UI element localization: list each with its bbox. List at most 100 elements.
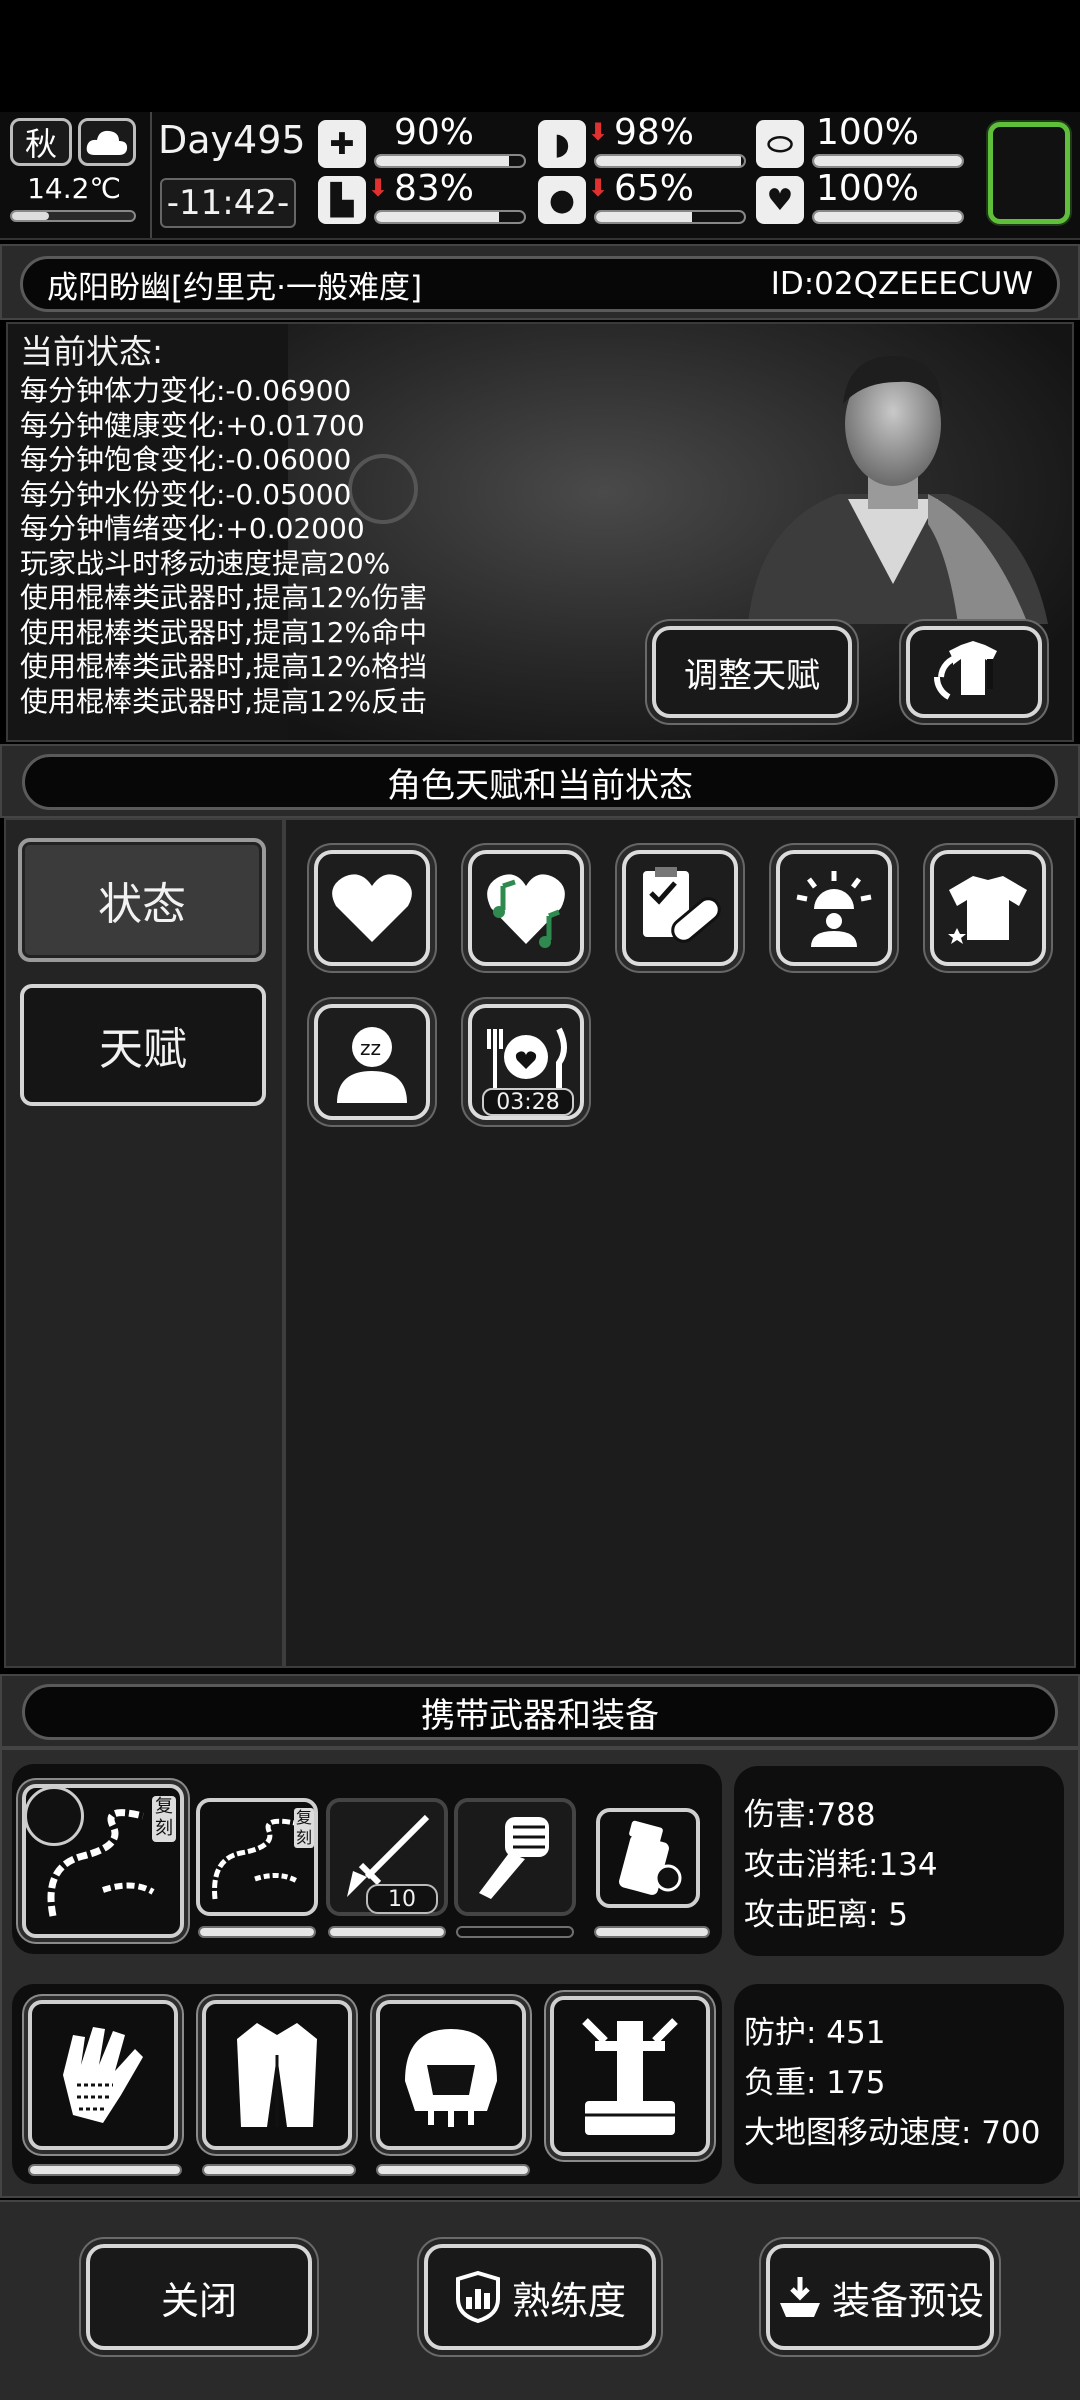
- energy-value: 100%: [816, 112, 919, 153]
- character-portrait: [728, 324, 1058, 624]
- preset-label: 装备预设: [831, 2278, 984, 2323]
- durability-bar: [328, 1926, 446, 1938]
- proficiency-icon: [455, 2271, 500, 2323]
- swap-weapon-icon[interactable]: [24, 1786, 84, 1846]
- top-status-bar: 秋 14.2℃ Day495 -11:42- ✚ 90% ◗ ⬇ 98% ⬭ 100% ▙ ⬇ 8…: [0, 112, 1080, 240]
- coat-slot[interactable]: [202, 2000, 352, 2150]
- durability-bar: [456, 1926, 574, 1938]
- status-title: 当前状态:: [20, 332, 164, 371]
- character-id: ID:02QZEEECUW: [770, 266, 1033, 302]
- heart-icon: ♥: [756, 176, 804, 224]
- defense-stat: 防护: 451: [744, 2015, 886, 2051]
- svg-text:zz: zz: [360, 1036, 381, 1060]
- durability-bar: [376, 2164, 530, 2176]
- adjust-talent-button[interactable]: 调整天赋: [652, 626, 852, 718]
- talent-header-label: 角色天赋和当前状态: [387, 765, 693, 806]
- boot-icon: ▙: [318, 176, 366, 224]
- health-bar: [374, 154, 526, 168]
- meal-timer: 03:28: [482, 1088, 574, 1116]
- clock-display: -11:42-: [160, 178, 296, 228]
- preset-icon: [779, 2277, 820, 2317]
- tab-status-label: 状态: [98, 879, 186, 930]
- pill-icon: ⬭: [756, 120, 804, 168]
- status-line: 使用棍棒类武器时,提高12%伤害: [20, 581, 428, 614]
- day-counter: Day495: [158, 118, 306, 162]
- status-sleepy-tile[interactable]: zz: [314, 1004, 430, 1120]
- status-medical-tile[interactable]: [622, 850, 738, 966]
- status-line: 每分钟健康变化:+0.01700: [20, 408, 365, 442]
- tab-talent[interactable]: 天赋: [20, 984, 266, 1106]
- talent-header-bar: 角色天赋和当前状态: [0, 744, 1080, 818]
- tool-slot-lighter[interactable]: [596, 1808, 700, 1908]
- health-value: 90%: [393, 112, 474, 153]
- main-weapon-slot[interactable]: 复刻: [22, 1784, 184, 1938]
- clean-shirt-icon: [948, 876, 1027, 944]
- status-line: 每分钟情绪变化:+0.02000: [20, 512, 365, 545]
- status-alarm-tile[interactable]: [776, 850, 892, 966]
- water-drop-icon: ●: [538, 176, 586, 224]
- energy-bar: [812, 154, 964, 168]
- season-badge: 秋: [10, 118, 72, 166]
- music-heart-icon: [487, 874, 565, 948]
- reprint-badge: 复刻: [294, 1808, 314, 1848]
- gloves-slot[interactable]: [28, 2000, 178, 2150]
- durability-bar: [202, 2164, 356, 2176]
- temperature-gauge: [10, 210, 136, 222]
- thirst-value: 65%: [613, 168, 694, 209]
- cloud-icon: [78, 118, 136, 166]
- status-line: 每分钟饱食变化:-0.06000: [20, 443, 352, 476]
- map-speed-stat: 大地图移动速度: 700: [744, 2115, 1041, 2151]
- durability-bar: [594, 1926, 710, 1938]
- status-line: 使用棍棒类武器时,提高12%反击: [20, 684, 428, 718]
- backpack-slot[interactable]: [550, 1996, 710, 2156]
- equipment-preset-button[interactable]: 装备预设: [766, 2244, 994, 2350]
- alarm-person-icon: [796, 871, 872, 947]
- ammo-count: 10: [366, 1884, 438, 1914]
- status-line: 玩家战斗时移动速度提高20%: [20, 546, 391, 580]
- helmet-icon: [405, 2029, 497, 2127]
- lighter-icon: [619, 1820, 682, 1895]
- weapon-slot-fist[interactable]: [454, 1798, 576, 1916]
- status-icon-grid: zz 03:28: [284, 818, 1076, 1668]
- attack-range-stat: 攻击距离: 5: [744, 1897, 909, 1933]
- equipment-header-label: 携带武器和装备: [421, 1695, 659, 1736]
- stamina-value: 83%: [393, 168, 474, 209]
- talent-tab-column: 状态 天赋: [4, 818, 284, 1668]
- equipment-header-bar: 携带武器和装备: [0, 1674, 1080, 1748]
- medkit-icon: ✚: [318, 120, 366, 168]
- outfit-swap-button[interactable]: [906, 626, 1042, 718]
- attack-cost-stat: 攻击消耗:134: [744, 1847, 938, 1883]
- close-button[interactable]: 关闭: [86, 2244, 312, 2350]
- heart-icon: [332, 874, 412, 942]
- mood-value: 100%: [816, 168, 919, 209]
- tab-talent-label: 天赋: [99, 1024, 187, 1075]
- adjust-talent-label: 调整天赋: [684, 655, 820, 696]
- bottom-bar: 关闭 熟练度 装备预设: [0, 2200, 1080, 2400]
- weight-stat: 负重: 175: [744, 2065, 886, 2101]
- coat-icon: [237, 2023, 317, 2127]
- medical-bandage-icon: [643, 867, 721, 943]
- equipment-panel: 复刻 复刻 10 伤害:788 攻击消耗:134 攻击距离: 5 防护: 451…: [0, 1748, 1080, 2198]
- helmet-slot[interactable]: [376, 2000, 526, 2150]
- status-panel: 当前状态: 每分钟体力变化:-0.06900 每分钟健康变化:+0.01700 每分…: [6, 322, 1074, 742]
- status-line: 每分钟水份变化:-0.05000: [20, 477, 352, 511]
- status-heart-tile[interactable]: [314, 850, 430, 966]
- quick-slot-button[interactable]: [988, 122, 1070, 224]
- armor-stats: 防护: 451 负重: 175 大地图移动速度: 700: [734, 1984, 1064, 2184]
- tab-status[interactable]: 状态: [18, 838, 266, 962]
- status-clean-shirt-tile[interactable]: [930, 850, 1046, 966]
- character-name: 成阳盼幽[约里克·一般难度]: [47, 269, 423, 306]
- durability-bar: [198, 1926, 316, 1938]
- backpack-frame-icon: [582, 2018, 678, 2135]
- talent-header: 角色天赋和当前状态: [22, 754, 1058, 810]
- close-label: 关闭: [160, 2278, 237, 2323]
- status-music-heart-tile[interactable]: [468, 850, 584, 966]
- outfit-swap-icon: [934, 641, 997, 700]
- weapon-slot-spear[interactable]: 10: [326, 1798, 448, 1916]
- thirst-bar: [594, 210, 746, 224]
- proficiency-button[interactable]: 熟练度: [424, 2244, 656, 2350]
- fist-icon: [479, 1817, 549, 1899]
- status-meal-tile[interactable]: 03:28: [468, 1004, 584, 1120]
- reprint-badge: 复刻: [152, 1796, 176, 1842]
- weapon-slot-2[interactable]: 复刻: [196, 1798, 318, 1916]
